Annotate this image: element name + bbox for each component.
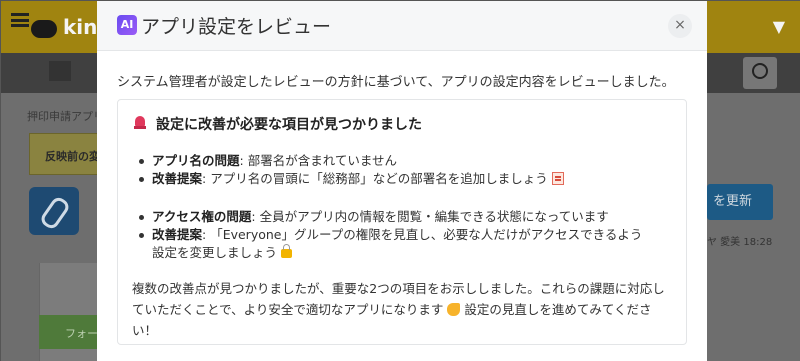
update-button: を更新 — [707, 184, 773, 220]
app-logo: kint — [31, 15, 107, 39]
problem-label: アクセス権の問題 — [152, 209, 252, 224]
issue-group-access: アクセス権の問題: 全員がアプリ内の情報を閲覧・編集できる状態になっています 改… — [138, 208, 642, 262]
problem-text: : 部署名が含まれていません — [239, 153, 397, 168]
form-button: フォー — [39, 315, 99, 349]
list-item: 改善提案: 「Everyone」グループの権限を見直し、必要な人だけがアクセスで… — [138, 226, 642, 262]
dialog-title: アプリ設定をレビュー — [141, 16, 332, 38]
summary-line: 設定の見直しを進めてみてくださ — [464, 302, 652, 317]
alert-dome — [135, 116, 145, 126]
search-icon — [743, 57, 777, 89]
warning-text: 反映前の変 — [45, 150, 100, 163]
result-heading: 設定に改善が必要な項目が見つかりました — [156, 117, 422, 133]
summary-line: ていただくことで、より安全で適切なアプリになります — [132, 302, 444, 317]
rotating-light-icon — [134, 116, 146, 130]
suggestion-label: 改善提案 — [152, 227, 203, 242]
suggestion-text: : アプリ名の冒頭に「総務部」などの部署名を追加しましょう — [202, 171, 548, 186]
lock-icon — [281, 244, 293, 258]
list-item: アプリ名の問題: 部署名が含まれていません — [138, 152, 564, 170]
list-item: 改善提案: アプリ名の冒頭に「総務部」などの部署名を追加しましょう — [138, 170, 564, 188]
paperclip-icon — [29, 187, 79, 235]
close-button[interactable]: × — [668, 14, 692, 38]
memo-icon — [551, 172, 564, 185]
issue-group-app-name: アプリ名の問題: 部署名が含まれていません 改善提案: アプリ名の冒頭に「総務部… — [138, 152, 564, 188]
logo-mark — [31, 19, 57, 38]
review-dialog: AI アプリ設定をレビュー × システム管理者が設定したレビューの方針に基づいて… — [97, 1, 707, 361]
intro-text: システム管理者が設定したレビューの方針に基づいて、アプリの設定内容をレビューしま… — [117, 75, 675, 90]
flexed-biceps-icon — [447, 303, 461, 316]
suggestion-text-continued: 設定を変更しましょう — [152, 245, 278, 260]
review-result-panel: 設定に改善が必要な項目が見つかりました アプリ名の問題: 部署名が含まれていませ… — [117, 99, 687, 345]
summary-line: い！ — [132, 323, 158, 338]
summary-text: 複数の改善点が見つかりましたが、重要な2つの項目をお示ししました。これらの課題に… — [132, 278, 676, 341]
ai-badge-icon: AI — [117, 15, 137, 35]
alert-base — [134, 126, 146, 129]
suggestion-label: 改善提案 — [152, 171, 203, 186]
summary-line: 複数の改善点が見つかりましたが、重要な2つの項目をお示ししました。これらの課題に… — [132, 281, 665, 296]
menu-icon — [11, 13, 29, 27]
home-icon — [49, 61, 71, 81]
problem-text: : 全員がアプリ内の情報を閲覧・編集できる状態になっています — [251, 209, 609, 224]
breadcrumb: 押印申請アプリ — [27, 110, 104, 123]
dialog-header: AI アプリ設定をレビュー × — [97, 1, 707, 51]
chevron-down-icon: ▼ — [772, 17, 785, 36]
list-item: アクセス権の問題: 全員がアプリ内の情報を閲覧・編集できる状態になっています — [138, 208, 642, 226]
problem-label: アプリ名の問題 — [152, 153, 240, 168]
updated-meta: ヤ 愛美 18:28 — [707, 237, 773, 248]
suggestion-text: : 「Everyone」グループの権限を見直し、必要な人だけがアクセスできるよう — [202, 227, 643, 242]
